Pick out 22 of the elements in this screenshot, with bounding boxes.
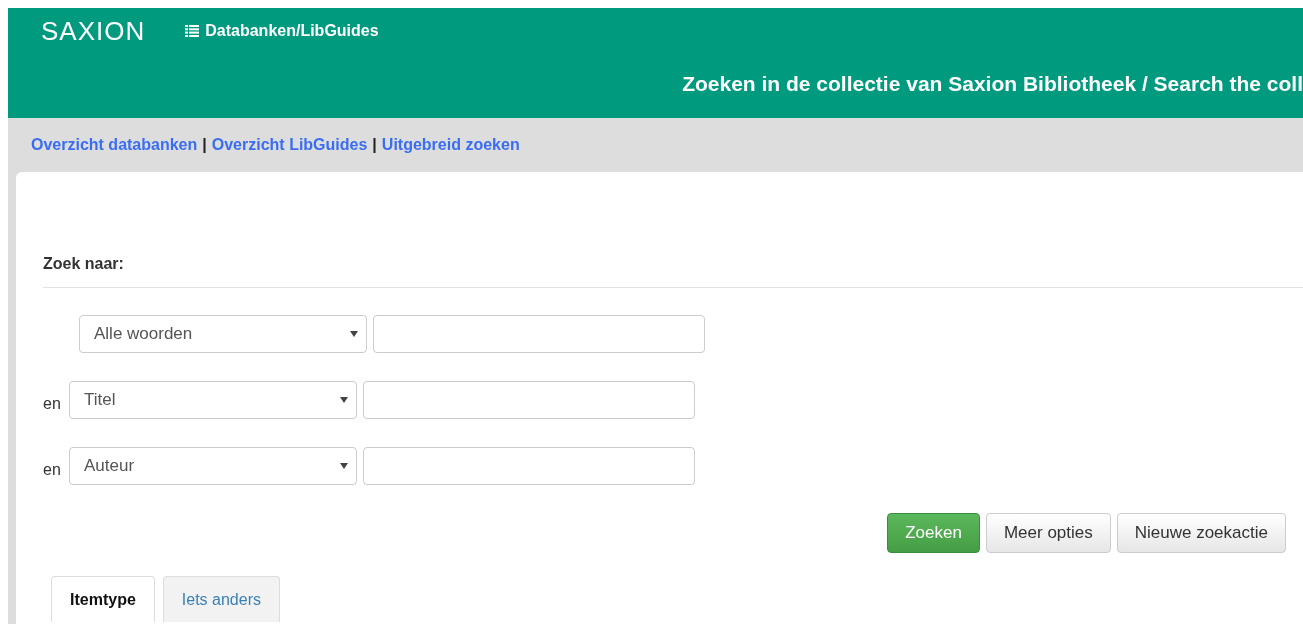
- search-heading: Zoek naar:: [43, 255, 1303, 288]
- caret-icon: [340, 463, 348, 469]
- search-term-field[interactable]: [363, 381, 695, 419]
- field-select[interactable]: Titel: [69, 381, 357, 419]
- field-select[interactable]: Alle woorden: [79, 315, 367, 353]
- connector-label: en: [43, 395, 62, 413]
- search-term-field[interactable]: [373, 315, 705, 353]
- tab[interactable]: Itemtype: [51, 576, 155, 622]
- logo: SAXION: [41, 15, 146, 47]
- tab[interactable]: Iets anders: [162, 576, 280, 622]
- list-icon: [185, 25, 200, 37]
- caret-icon: [350, 331, 358, 337]
- search-term-field[interactable]: [363, 447, 695, 485]
- link-separator: |: [372, 136, 377, 154]
- databases-menu-link[interactable]: Databanken/LibGuides: [185, 22, 379, 40]
- caret-icon: [340, 397, 348, 403]
- connector-label: en: [43, 461, 62, 479]
- link-separator: |: [202, 136, 207, 154]
- secondary-button[interactable]: Meer opties: [985, 513, 1111, 553]
- field-select[interactable]: Auteur: [69, 447, 357, 485]
- page-title: Zoeken in de collectie van Saxion Bibliotheek / Search the coll: [682, 72, 1303, 96]
- secondary-button[interactable]: Nieuwe zoekactie: [1116, 513, 1286, 553]
